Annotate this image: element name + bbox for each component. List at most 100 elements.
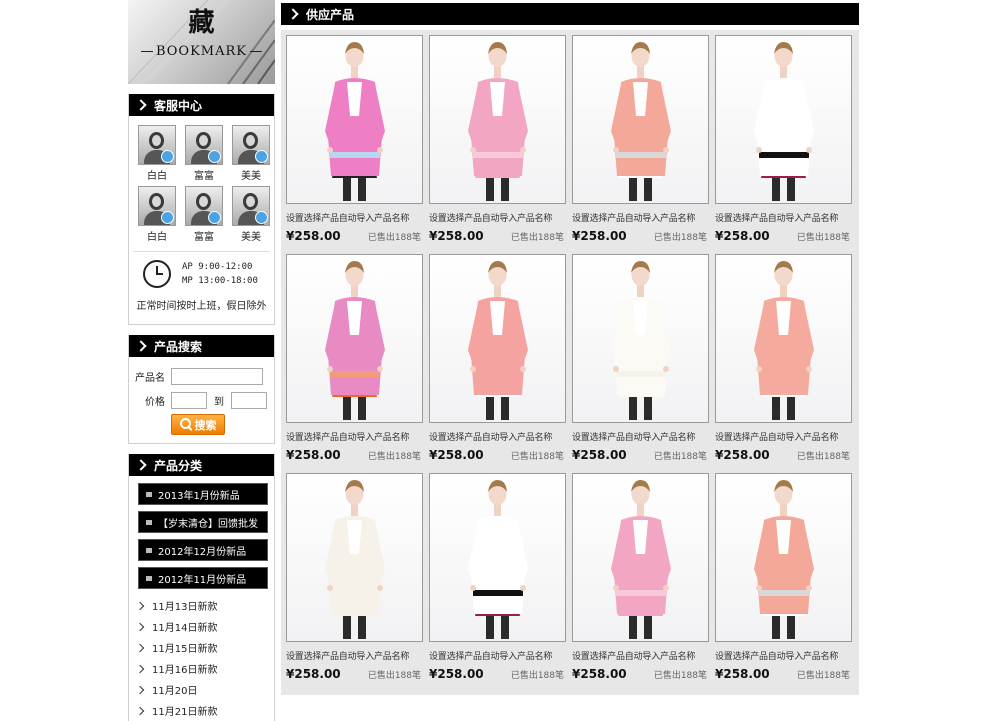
product-card[interactable]: 设置选择产品自动导入产品名称 ¥258.00 已售出188笔 xyxy=(715,35,852,254)
price-min-input[interactable] xyxy=(171,392,207,409)
category-label: 2013年1月份新品 xyxy=(158,490,240,502)
subcategory-item[interactable]: 11月13日新款 xyxy=(129,595,274,616)
agent-item[interactable]: 白白 xyxy=(134,186,180,243)
product-card[interactable]: 设置选择产品自动导入产品名称 ¥258.00 已售出188笔 xyxy=(572,473,709,692)
product-photo[interactable] xyxy=(286,473,423,642)
model-figure xyxy=(611,261,671,420)
product-photo[interactable] xyxy=(429,473,566,642)
subcategory-item[interactable]: 11月15日新款 xyxy=(129,637,274,658)
avatar xyxy=(138,186,176,226)
product-card[interactable]: 设置选择产品自动导入产品名称 ¥258.00 已售出188笔 xyxy=(572,35,709,254)
product-card[interactable]: 设置选择产品自动导入产品名称 ¥258.00 已售出188笔 xyxy=(429,35,566,254)
product-title[interactable]: 设置选择产品自动导入产品名称 xyxy=(715,649,852,662)
product-photo[interactable] xyxy=(429,254,566,423)
chevron-right-icon xyxy=(135,622,145,631)
agent-name: 美美 xyxy=(241,232,261,243)
product-card[interactable]: 设置选择产品自动导入产品名称 ¥258.00 已售出188笔 xyxy=(286,254,423,473)
category-item[interactable]: 2013年1月份新品 xyxy=(138,483,268,505)
product-card[interactable]: 设置选择产品自动导入产品名称 ¥258.00 已售出188笔 xyxy=(429,473,566,692)
product-title[interactable]: 设置选择产品自动导入产品名称 xyxy=(572,211,709,224)
subcategory-item[interactable]: 11月16日新款 xyxy=(129,658,274,679)
left-sidebar: 藏 BOOKMARK 客服中心 白白 富富 美美 白白 富富 美美 AP 9:0… xyxy=(128,0,275,721)
product-search-header: 产品搜索 xyxy=(129,335,274,357)
agent-item[interactable]: 美美 xyxy=(228,125,274,182)
product-sold-count: 已售出188笔 xyxy=(796,670,850,681)
product-title[interactable]: 设置选择产品自动导入产品名称 xyxy=(286,430,423,443)
product-card[interactable]: 设置选择产品自动导入产品名称 ¥258.00 已售出188笔 xyxy=(286,473,423,692)
product-title[interactable]: 设置选择产品自动导入产品名称 xyxy=(572,430,709,443)
product-sold-count: 已售出188笔 xyxy=(510,670,564,681)
agent-item[interactable]: 白白 xyxy=(134,125,180,182)
search-name-row: 产品名 xyxy=(129,366,274,387)
product-grid-container: 设置选择产品自动导入产品名称 ¥258.00 已售出188笔 设置选择产品自动导… xyxy=(281,30,859,695)
product-sold-count: 已售出188笔 xyxy=(653,232,707,243)
product-card[interactable]: 设置选择产品自动导入产品名称 ¥258.00 已售出188笔 xyxy=(286,35,423,254)
category-item[interactable]: 【岁末清仓】回馈批发 xyxy=(138,511,268,533)
product-photo[interactable] xyxy=(715,254,852,423)
search-button-label: 搜索 xyxy=(194,418,217,432)
product-title[interactable]: 设置选择产品自动导入产品名称 xyxy=(286,649,423,662)
agent-item[interactable]: 美美 xyxy=(228,186,274,243)
product-photo[interactable] xyxy=(286,35,423,204)
product-title[interactable]: 设置选择产品自动导入产品名称 xyxy=(429,430,566,443)
qq-chat-icon xyxy=(161,150,174,163)
product-photo[interactable] xyxy=(715,473,852,642)
subcategory-item[interactable]: 11月14日新款 xyxy=(129,616,274,637)
bookmark-banner[interactable]: 藏 BOOKMARK xyxy=(128,0,275,84)
product-category-header: 产品分类 xyxy=(129,454,274,476)
product-title[interactable]: 设置选择产品自动导入产品名称 xyxy=(286,211,423,224)
product-title[interactable]: 设置选择产品自动导入产品名称 xyxy=(715,430,852,443)
search-button[interactable]: 搜索 xyxy=(171,414,225,435)
square-bullet-icon xyxy=(146,575,152,581)
subcategory-item[interactable]: 11月20日 xyxy=(129,679,274,700)
product-panel: 供应产品 设置选择产品自动导入产品名称 ¥258.00 已售出188笔 设置选择… xyxy=(281,0,859,695)
product-title[interactable]: 设置选择产品自动导入产品名称 xyxy=(429,649,566,662)
product-photo[interactable] xyxy=(286,254,423,423)
product-meta: ¥258.00 已售出188笔 xyxy=(572,229,707,243)
agent-item[interactable]: 富富 xyxy=(181,125,227,182)
product-price: ¥258.00 xyxy=(286,229,341,243)
product-photo[interactable] xyxy=(572,473,709,642)
category-item[interactable]: 2012年12月份新品 xyxy=(138,539,268,561)
product-photo[interactable] xyxy=(572,35,709,204)
agent-item[interactable]: 富富 xyxy=(181,186,227,243)
product-photo[interactable] xyxy=(429,35,566,204)
product-price: ¥258.00 xyxy=(715,448,770,462)
subcategory-label: 11月14日新款 xyxy=(152,623,218,634)
product-card[interactable]: 设置选择产品自动导入产品名称 ¥258.00 已售出188笔 xyxy=(572,254,709,473)
product-card[interactable]: 设置选择产品自动导入产品名称 ¥258.00 已售出188笔 xyxy=(715,254,852,473)
category-label: 【岁末清仓】回馈批发 xyxy=(158,518,258,530)
price-max-input[interactable] xyxy=(231,392,267,409)
product-photo[interactable] xyxy=(572,254,709,423)
product-price: ¥258.00 xyxy=(572,229,627,243)
avatar xyxy=(232,125,270,165)
agent-name: 富富 xyxy=(194,171,214,182)
model-figure xyxy=(325,42,385,201)
product-card[interactable]: 设置选择产品自动导入产品名称 ¥258.00 已售出188笔 xyxy=(429,254,566,473)
category-item[interactable]: 2012年11月份新品 xyxy=(138,567,268,589)
product-sold-count: 已售出188笔 xyxy=(510,232,564,243)
product-title[interactable]: 设置选择产品自动导入产品名称 xyxy=(572,649,709,662)
product-meta: ¥258.00 已售出188笔 xyxy=(286,448,421,462)
product-title[interactable]: 设置选择产品自动导入产品名称 xyxy=(715,211,852,224)
model-figure xyxy=(325,261,385,420)
product-name-input[interactable] xyxy=(171,368,263,385)
agent-name: 白白 xyxy=(147,171,167,182)
chevron-right-icon xyxy=(135,664,145,673)
product-meta: ¥258.00 已售出188笔 xyxy=(286,229,421,243)
category-list: 2013年1月份新品 【岁末清仓】回馈批发 2012年12月份新品 2012年1… xyxy=(129,476,274,589)
product-meta: ¥258.00 已售出188笔 xyxy=(429,448,564,462)
service-hours: AP 9:00-12:00 MP 13:00-18:00 正常时间按时上班，假日… xyxy=(133,251,270,324)
chevron-right-icon xyxy=(135,685,145,694)
product-title[interactable]: 设置选择产品自动导入产品名称 xyxy=(429,211,566,224)
product-photo[interactable] xyxy=(715,35,852,204)
agent-name: 美美 xyxy=(241,171,261,182)
product-sold-count: 已售出188笔 xyxy=(510,451,564,462)
product-meta: ¥258.00 已售出188笔 xyxy=(572,667,707,681)
bookmark-char: 藏 xyxy=(188,8,215,38)
subcategory-item[interactable]: 11月21日新款 xyxy=(129,700,274,721)
chevron-right-icon xyxy=(135,459,147,471)
subcategory-label: 11月15日新款 xyxy=(152,644,218,655)
hours-note: 正常时间按时上班，假日除外 xyxy=(136,301,267,312)
product-card[interactable]: 设置选择产品自动导入产品名称 ¥258.00 已售出188笔 xyxy=(715,473,852,692)
